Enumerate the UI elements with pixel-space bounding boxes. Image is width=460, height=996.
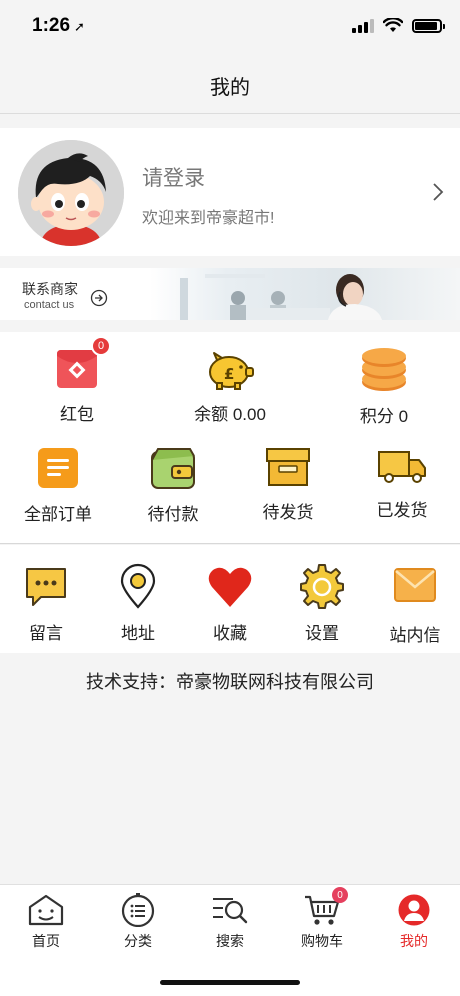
tab-cart-label: 购物车 [301, 933, 343, 949]
contact-banner[interactable]: 联系商家 contact us [0, 268, 460, 320]
page-title: 我的 [210, 77, 250, 99]
status-time: 1:26 ➚ [32, 15, 85, 37]
red-envelope-item[interactable]: 0 红包 [36, 336, 118, 425]
balance-label: 余额 0.00 [194, 405, 266, 424]
tab-category-label: 分类 [124, 933, 152, 949]
office-illustration [180, 274, 382, 320]
coin-stack-icon [362, 348, 406, 391]
account-panel: 0 红包 £ 余额 0.00 积分 0 全部订单 待付款 待发货 已发货 [0, 332, 460, 544]
address-item[interactable]: 地址 [98, 563, 178, 644]
status-bar: 1:26 ➚ [0, 0, 460, 58]
banner-subtitle: contact us [24, 299, 75, 311]
avatar[interactable] [18, 140, 124, 246]
profile-card[interactable]: 请登录 欢迎来到帝豪超市! [0, 128, 460, 256]
all-orders-item[interactable]: 全部订单 [18, 446, 98, 525]
points-label: 积分 0 [359, 407, 409, 426]
message-icon [26, 568, 66, 606]
favorites-item[interactable]: 收藏 [190, 565, 270, 644]
status-time-text: 1:26 [32, 15, 71, 36]
address-label: 地址 [121, 624, 155, 643]
package-box-icon [266, 448, 310, 486]
piggy-bank-icon: £ [209, 352, 254, 390]
tab-category[interactable]: 分类 [92, 893, 184, 951]
pending-payment-label: 待付款 [147, 505, 199, 524]
tab-home-label: 首页 [32, 933, 60, 949]
heart-icon [208, 567, 252, 607]
red-envelope-label: 红包 [60, 405, 94, 424]
tab-profile[interactable]: 我的 [368, 893, 460, 951]
balance-item[interactable]: £ 余额 0.00 [180, 350, 280, 425]
search-icon [213, 898, 248, 924]
pending-shipment-label: 待发货 [262, 503, 314, 522]
points-item[interactable]: 积分 0 [344, 348, 424, 427]
profile-icon [398, 894, 430, 926]
tab-search-label: 搜索 [216, 933, 244, 949]
all-orders-label: 全部订单 [24, 505, 92, 524]
banner-photo [150, 268, 460, 320]
cart-badge: 0 [332, 887, 348, 903]
wallet-icon [151, 448, 195, 489]
tab-profile-label: 我的 [400, 933, 428, 949]
inbox-label: 站内信 [389, 626, 441, 645]
location-pin-icon [120, 563, 156, 609]
location-arrow-icon: ➚ [74, 19, 85, 34]
chevron-right-icon[interactable] [432, 182, 444, 202]
tech-support-text: 技术支持：帝豪物联网科技有限公司 [86, 672, 374, 692]
tab-home[interactable]: 首页 [0, 893, 92, 951]
order-list-icon [38, 448, 78, 488]
avatar-cartoon-icon [18, 140, 124, 246]
svg-text:£: £ [224, 365, 234, 383]
wifi-icon [383, 18, 403, 32]
tab-cart[interactable]: 0 购物车 [276, 887, 368, 951]
red-envelope-badge: 0 [91, 336, 111, 356]
envelope-icon [394, 568, 436, 602]
pending-payment-item[interactable]: 待付款 [133, 446, 213, 525]
nav-bar: 我的 [0, 58, 460, 114]
welcome-text: 欢迎来到帝豪超市! [142, 210, 275, 227]
banner-title: 联系商家 [22, 281, 78, 297]
category-icon [121, 893, 155, 927]
tools-panel: 留言 地址 收藏 设置 站内信 [0, 545, 460, 653]
delivery-truck-icon [378, 451, 426, 483]
arrow-circle-right-icon [90, 289, 108, 307]
tab-search[interactable]: 搜索 [184, 893, 276, 951]
battery-icon [412, 18, 445, 33]
home-indicator [160, 980, 300, 985]
shipped-label: 已发货 [376, 501, 428, 520]
red-envelope-icon [57, 350, 97, 388]
home-face-icon [28, 894, 64, 926]
shipped-item[interactable]: 已发货 [362, 446, 442, 521]
favorites-label: 收藏 [213, 624, 247, 643]
gear-icon [300, 564, 344, 609]
message-label: 留言 [29, 624, 63, 643]
inbox-item[interactable]: 站内信 [374, 567, 456, 646]
login-link[interactable]: 请登录 [142, 162, 205, 192]
status-icons [352, 18, 445, 33]
signal-icon [352, 18, 374, 33]
settings-item[interactable]: 设置 [282, 563, 362, 644]
settings-label: 设置 [305, 624, 339, 643]
pending-shipment-item[interactable]: 待发货 [248, 446, 328, 523]
message-item[interactable]: 留言 [6, 565, 86, 644]
